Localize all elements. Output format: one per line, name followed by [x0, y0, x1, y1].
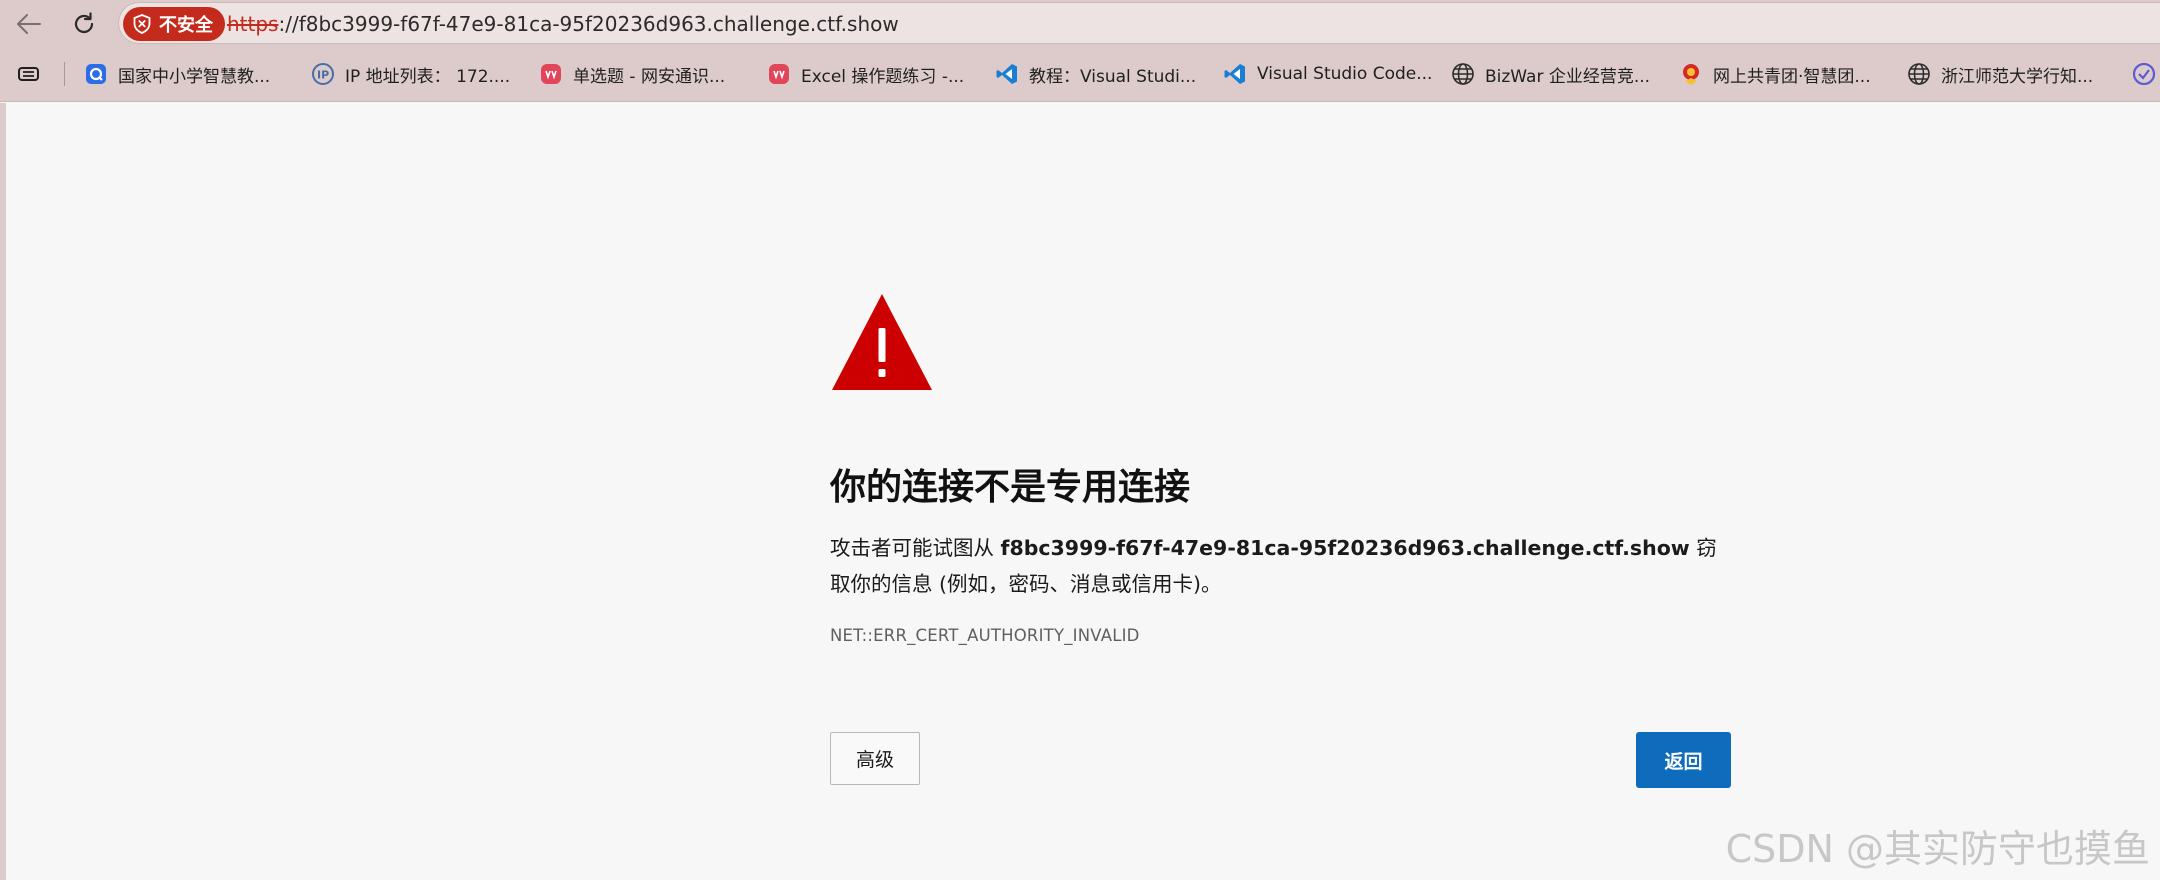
advanced-button[interactable]: 高级: [830, 732, 920, 785]
bookmark-label: 单选题 - 网安通识...: [573, 66, 726, 87]
go-back-button[interactable]: 返回: [1636, 732, 1731, 788]
shield-warning-icon: [133, 14, 151, 34]
not-secure-badge[interactable]: 不安全: [123, 7, 225, 41]
bookmark-vs-tutorial[interactable]: 教程：Visual Studi...: [995, 57, 1196, 91]
bookmark-zjnu[interactable]: 浙江师范大学行知...: [1907, 57, 2093, 91]
bookmark-label: 国家中小学智慧教...: [118, 66, 271, 87]
url-text[interactable]: https://f8bc3999-f67f-47e9-81ca-95f20236…: [227, 3, 899, 45]
bookmark-excel[interactable]: Excel 操作题练习 -...: [767, 57, 964, 91]
vscode-icon: [995, 62, 1019, 86]
bookmark-label: IP 地址列表： 172....: [345, 66, 511, 87]
toolbar: 不安全 https://f8bc3999-f67f-47e9-81ca-95f2…: [0, 0, 2160, 46]
bookmark-label: BizWar 企业经营竞...: [1485, 66, 1651, 87]
quiz-icon: [539, 62, 563, 86]
bookmarks-divider: [64, 62, 65, 86]
bookmark-ip-list[interactable]: IP IP 地址列表： 172....: [311, 57, 510, 91]
back-button[interactable]: [12, 7, 46, 41]
error-code: NET::ERR_CERT_AUTHORITY_INVALID: [830, 626, 1140, 645]
bookmark-label: Visual Studio Code...: [1257, 64, 1433, 84]
globe-icon: [1907, 62, 1931, 86]
bookmarks-bar: 国家中小学智慧教... IP IP 地址列表： 172.... 单选题 - 网安…: [0, 46, 2160, 102]
bookmark-bizwar[interactable]: BizWar 企业经营竞...: [1451, 57, 1650, 91]
not-secure-label: 不安全: [159, 15, 213, 36]
globe-icon: [1451, 62, 1475, 86]
bookmark-smartedu[interactable]: 国家中小学智慧教...: [84, 57, 270, 91]
url-scheme: https: [227, 12, 279, 36]
favorites-button[interactable]: [16, 62, 42, 86]
vscode-icon: [1223, 62, 1247, 86]
url-host-path: ://f8bc3999-f67f-47e9-81ca-95f20236d963.…: [278, 12, 899, 36]
tab-actions-icon: [18, 67, 39, 81]
bookmark-vscode[interactable]: Visual Studio Code...: [1223, 57, 1432, 91]
warning-triangle-icon: [832, 294, 932, 390]
ip-icon: IP: [311, 62, 335, 86]
watermark: CSDN @其实防守也摸鱼: [1725, 827, 2150, 871]
bookmark-overflow[interactable]: [2132, 57, 2160, 91]
bookmark-label: Excel 操作题练习 -...: [801, 66, 965, 87]
arrow-left-icon: [17, 14, 41, 34]
reload-icon: [74, 12, 94, 33]
reload-button[interactable]: [67, 7, 101, 41]
bookmark-label: 网上共青团·智慧团...: [1713, 66, 1871, 87]
smartedu-icon: [84, 62, 108, 86]
bookmark-single-choice[interactable]: 单选题 - 网安通识...: [539, 57, 725, 91]
check-badge-icon: [2132, 62, 2156, 86]
error-description: 攻击者可能试图从 f8bc3999-f67f-47e9-81ca-95f2023…: [830, 530, 1730, 602]
svg-text:IP: IP: [317, 69, 329, 82]
bookmark-youth-league[interactable]: 网上共青团·智慧团...: [1679, 57, 1871, 91]
bookmark-label: 浙江师范大学行知...: [1941, 66, 2094, 87]
page-title: 你的连接不是专用连接: [830, 467, 1191, 508]
quiz-icon: [767, 62, 791, 86]
league-icon: [1679, 62, 1703, 86]
bookmark-label: 教程：Visual Studi...: [1029, 66, 1197, 87]
description-host: f8bc3999-f67f-47e9-81ca-95f20236d963.cha…: [1000, 536, 1690, 560]
description-prefix: 攻击者可能试图从: [830, 536, 1001, 560]
address-bar[interactable]: 不安全 https://f8bc3999-f67f-47e9-81ca-95f2…: [118, 2, 2160, 44]
